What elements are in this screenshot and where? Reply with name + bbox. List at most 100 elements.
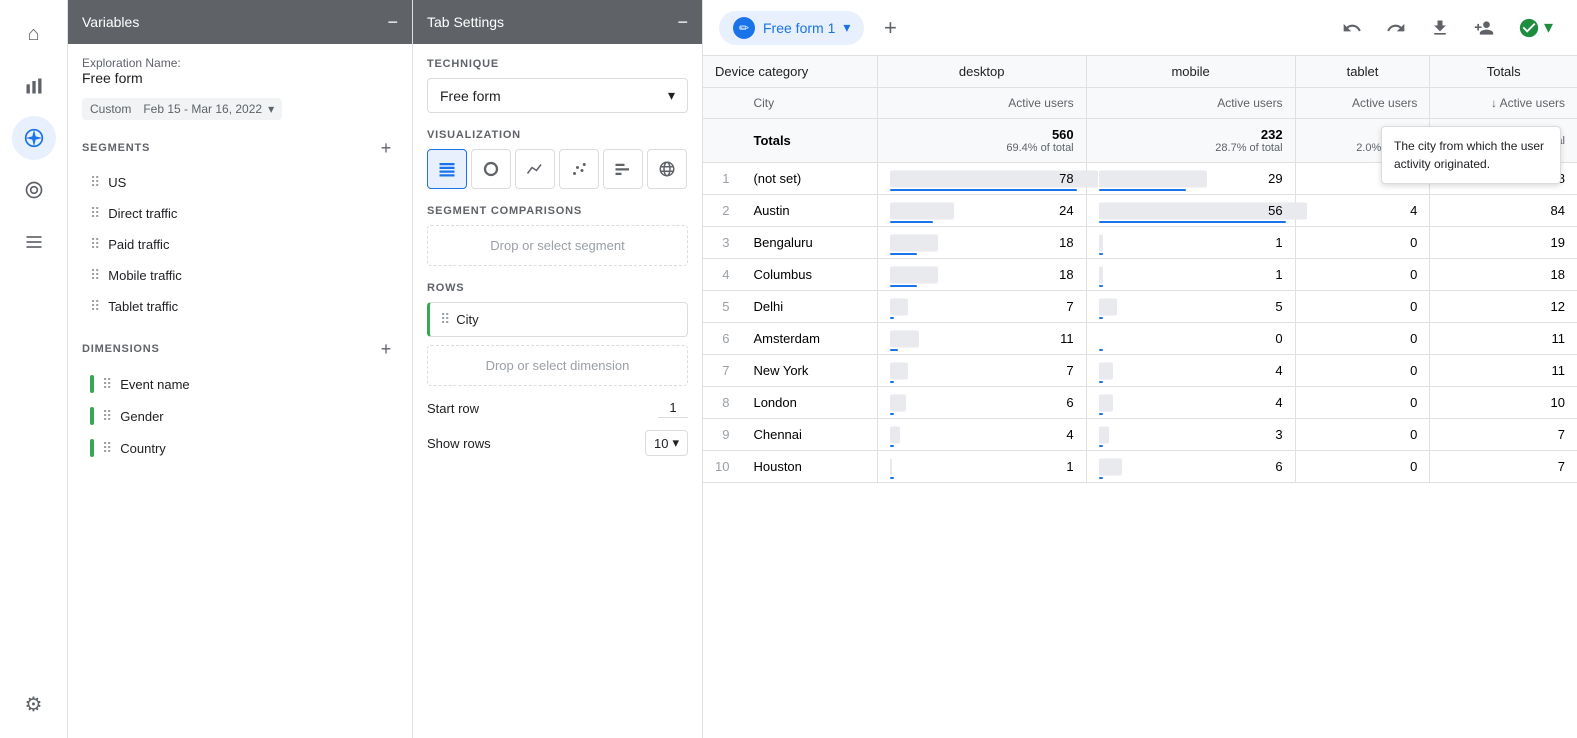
segment-label: Tablet traffic bbox=[108, 299, 178, 314]
download-button[interactable] bbox=[1422, 10, 1458, 46]
viz-buttons-group bbox=[427, 149, 688, 189]
dimension-label: Gender bbox=[120, 409, 163, 424]
row-number: 4 bbox=[703, 259, 741, 291]
dimension-drop-zone[interactable]: Drop or select dimension bbox=[427, 345, 688, 386]
row-number: 1 bbox=[703, 163, 741, 195]
add-dimension-button[interactable]: + bbox=[374, 337, 398, 361]
drag-icon: ⠿ bbox=[102, 408, 112, 425]
desktop-value: 7 bbox=[877, 355, 1086, 387]
chart-icon[interactable] bbox=[12, 64, 56, 108]
dimension-item-gender[interactable]: ⠿ Gender bbox=[82, 401, 398, 431]
tablet-active-users-header[interactable]: Active users bbox=[1295, 88, 1430, 119]
total-value: 18 bbox=[1430, 259, 1577, 291]
undo-button[interactable] bbox=[1334, 10, 1370, 46]
tooltip-text: The city from which the user activity or… bbox=[1394, 139, 1544, 171]
totals-header: Totals bbox=[1430, 56, 1577, 88]
visualization-section: VISUALIZATION bbox=[427, 129, 688, 189]
segment-label: Paid traffic bbox=[108, 237, 169, 252]
marketing-icon[interactable] bbox=[12, 168, 56, 212]
active-tab-chip[interactable]: ✏ Free form 1 ▾ bbox=[719, 11, 864, 45]
table-viz-button[interactable] bbox=[427, 149, 467, 189]
variables-panel: Variables − Exploration Name: Free form … bbox=[68, 0, 413, 738]
show-rows-dropdown[interactable]: 10 ▾ bbox=[645, 430, 688, 456]
settings-icon[interactable]: ⚙ bbox=[12, 682, 56, 726]
segment-item-us[interactable]: ⠿ US bbox=[82, 168, 398, 197]
totals-desktop-pct: 69.4% of total bbox=[890, 142, 1074, 154]
technique-dropdown[interactable]: Free form ▾ bbox=[427, 78, 688, 113]
date-range-picker[interactable]: Custom Feb 15 - Mar 16, 2022 ▾ bbox=[82, 98, 282, 120]
main-content: ✏ Free form 1 ▾ + ▾ The city from which … bbox=[703, 0, 1577, 738]
add-segment-button[interactable]: + bbox=[374, 136, 398, 160]
segment-comparisons-label: SEGMENT COMPARISONS bbox=[427, 205, 688, 217]
city-value: Delhi bbox=[741, 291, 877, 323]
share-user-button[interactable] bbox=[1466, 10, 1502, 46]
tablet-value: 0 bbox=[1295, 387, 1430, 419]
drag-icon: ⠿ bbox=[90, 205, 100, 222]
desktop-value: 1 bbox=[877, 451, 1086, 483]
redo-button[interactable] bbox=[1378, 10, 1414, 46]
row-number: 2 bbox=[703, 195, 741, 227]
total-value: 84 bbox=[1430, 195, 1577, 227]
tab-settings-minimize[interactable]: − bbox=[677, 13, 688, 31]
segment-item-tablet[interactable]: ⠿ Tablet traffic bbox=[82, 292, 398, 321]
desktop-value: 7 bbox=[877, 291, 1086, 323]
dimension-item-country[interactable]: ⠿ Country bbox=[82, 433, 398, 463]
status-button[interactable]: ▾ bbox=[1510, 11, 1561, 45]
city-value: Chennai bbox=[741, 419, 877, 451]
desktop-active-users-header[interactable]: Active users bbox=[877, 88, 1086, 119]
mobile-value: 56 bbox=[1086, 195, 1295, 227]
mobile-active-users-header[interactable]: Active users bbox=[1086, 88, 1295, 119]
main-toolbar: ✏ Free form 1 ▾ + ▾ bbox=[703, 0, 1577, 56]
segment-drop-label: Drop or select segment bbox=[490, 238, 624, 253]
segment-drop-zone[interactable]: Drop or select segment bbox=[427, 225, 688, 266]
rows-section: ROWS ⠿ City Drop or select dimension bbox=[427, 282, 688, 386]
segment-item-paid[interactable]: ⠿ Paid traffic bbox=[82, 230, 398, 259]
segment-comparisons-section: SEGMENT COMPARISONS Drop or select segme… bbox=[427, 205, 688, 266]
line-viz-button[interactable] bbox=[515, 149, 555, 189]
city-value: Austin bbox=[741, 195, 877, 227]
rows-label: ROWS bbox=[427, 282, 688, 294]
table-row: 3 Bengaluru 18 1 0 19 bbox=[703, 227, 1577, 259]
totals-mobile: 232 28.7% of total bbox=[1086, 119, 1295, 163]
tablet-value: 0 bbox=[1295, 323, 1430, 355]
desktop-value: 18 bbox=[877, 227, 1086, 259]
visualization-label: VISUALIZATION bbox=[427, 129, 688, 141]
dimensions-section-header: DIMENSIONS + bbox=[82, 337, 398, 361]
segment-label: Direct traffic bbox=[108, 206, 177, 221]
dimension-item-event[interactable]: ⠿ Event name bbox=[82, 369, 398, 399]
table-row: 10 Houston 1 6 0 7 bbox=[703, 451, 1577, 483]
dimension-label: Country bbox=[120, 441, 166, 456]
start-row-input[interactable]: 1 bbox=[658, 398, 688, 418]
city-row-label: City bbox=[456, 312, 478, 327]
start-row-section: Start row 1 bbox=[427, 398, 688, 418]
dimensions-label: DIMENSIONS bbox=[82, 343, 160, 355]
add-tab-button[interactable]: + bbox=[872, 10, 908, 46]
row-number: 7 bbox=[703, 355, 741, 387]
technique-dropdown-icon: ▾ bbox=[668, 87, 675, 104]
totals-desktop-value: 560 bbox=[890, 127, 1074, 142]
mobile-value: 4 bbox=[1086, 387, 1295, 419]
list-icon[interactable] bbox=[12, 220, 56, 264]
segment-item-direct[interactable]: ⠿ Direct traffic bbox=[82, 199, 398, 228]
donut-viz-button[interactable] bbox=[471, 149, 511, 189]
segment-label: Mobile traffic bbox=[108, 268, 181, 283]
dimension-label: Event name bbox=[120, 377, 189, 392]
scatter-viz-button[interactable] bbox=[559, 149, 599, 189]
explore-icon[interactable] bbox=[12, 116, 56, 160]
mobile-value: 29 bbox=[1086, 163, 1295, 195]
map-viz-button[interactable] bbox=[647, 149, 687, 189]
city-row-chip[interactable]: ⠿ City bbox=[427, 302, 688, 337]
totals-mobile-pct: 28.7% of total bbox=[1099, 142, 1283, 154]
segments-section-header: SEGMENTS + bbox=[82, 136, 398, 160]
bar-horiz-viz-button[interactable] bbox=[603, 149, 643, 189]
total-value: 12 bbox=[1430, 291, 1577, 323]
row-num-header bbox=[703, 88, 741, 119]
city-value: (not set) bbox=[741, 163, 877, 195]
row-number: 10 bbox=[703, 451, 741, 483]
segment-item-mobile[interactable]: ⠿ Mobile traffic bbox=[82, 261, 398, 290]
home-icon[interactable]: ⌂ bbox=[12, 12, 56, 56]
tablet-value: 0 bbox=[1295, 451, 1430, 483]
data-table-area[interactable]: The city from which the user activity or… bbox=[703, 56, 1577, 738]
variables-panel-minimize[interactable]: − bbox=[387, 13, 398, 31]
totals-active-users-header[interactable]: ↓ Active users bbox=[1430, 88, 1577, 119]
